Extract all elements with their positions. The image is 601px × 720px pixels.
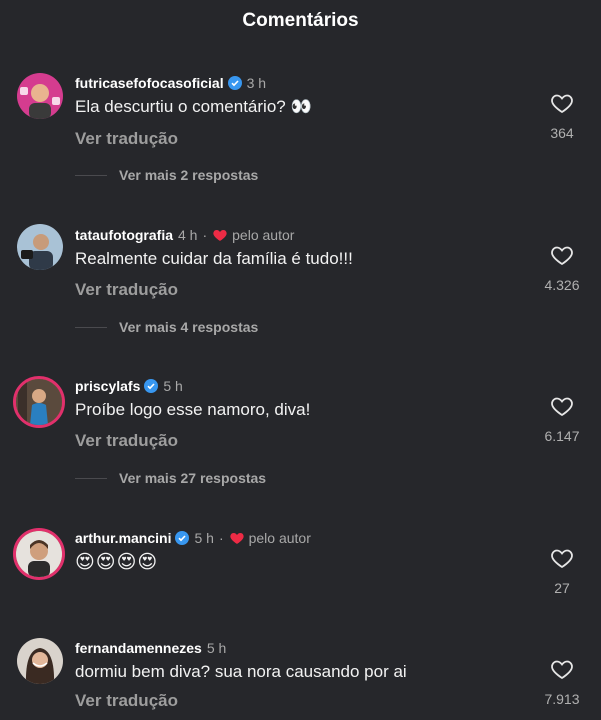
comment-text: dormiu bem diva? sua nora causando por a… xyxy=(75,662,407,681)
comment-meta: fernandamennezes 5 h xyxy=(75,640,226,656)
timestamp: 5 h xyxy=(206,640,227,656)
comment-meta: priscylafs 5 h xyxy=(75,378,183,394)
view-replies-label: Ver mais 2 respostas xyxy=(119,167,259,183)
heart-outline-icon xyxy=(551,549,573,569)
replies-divider xyxy=(75,477,107,479)
replies-divider xyxy=(75,174,107,176)
avatar-image xyxy=(17,73,63,119)
avatar-image xyxy=(17,224,63,270)
like-count: 7.913 xyxy=(544,691,580,707)
comment-text: 😍😍😍😍 xyxy=(75,552,159,573)
replies-divider xyxy=(75,326,107,328)
author-heart-icon xyxy=(212,227,228,243)
username[interactable]: arthur.mancini xyxy=(75,530,171,546)
like-count: 4.326 xyxy=(544,277,580,293)
avatar-with-story-ring[interactable] xyxy=(13,528,65,580)
see-translation-link[interactable]: Ver tradução xyxy=(75,691,178,711)
meta-separator: · xyxy=(202,227,208,243)
like-button[interactable] xyxy=(540,657,584,681)
avatar[interactable] xyxy=(17,73,63,119)
comment-item: tataufotografia 4 h · pelo autor Realmen… xyxy=(0,220,601,370)
page-title: Comentários xyxy=(242,10,359,31)
username[interactable]: fernandamennezes xyxy=(75,640,202,656)
timestamp: 5 h xyxy=(163,378,183,394)
comment-text: Proíbe logo esse namoro, diva! xyxy=(75,400,311,419)
timestamp: 3 h xyxy=(246,75,267,91)
view-replies-button[interactable]: Ver mais 2 respostas xyxy=(75,167,258,183)
avatar-image xyxy=(16,531,62,577)
heart-outline-icon xyxy=(551,397,573,417)
heart-outline-icon xyxy=(551,246,573,266)
avatar-with-story-ring[interactable] xyxy=(13,376,65,428)
view-replies-label: Ver mais 27 respostas xyxy=(119,470,267,486)
verified-badge-icon xyxy=(175,531,190,545)
like-button[interactable] xyxy=(540,91,584,115)
see-translation-link[interactable]: Ver tradução xyxy=(75,280,178,300)
username[interactable]: priscylafs xyxy=(75,378,140,394)
view-replies-button[interactable]: Ver mais 4 respostas xyxy=(75,319,258,335)
see-translation-link[interactable]: Ver tradução xyxy=(75,129,178,149)
avatar-image xyxy=(17,638,63,684)
avatar-image xyxy=(16,379,62,425)
like-button[interactable] xyxy=(540,546,584,570)
like-count: 6.147 xyxy=(544,428,580,444)
comment-text: Realmente cuidar da família é tudo!!! xyxy=(75,249,353,268)
view-replies-button[interactable]: Ver mais 27 respostas xyxy=(75,470,266,486)
comment-meta: futricasefofocasoficial 3 h xyxy=(75,75,266,91)
view-replies-label: Ver mais 4 respostas xyxy=(119,319,259,335)
see-translation-link[interactable]: Ver tradução xyxy=(75,431,178,451)
author-badge: pelo autor xyxy=(232,227,295,243)
like-button[interactable] xyxy=(540,243,584,267)
like-button[interactable] xyxy=(540,394,584,418)
username[interactable]: tataufotografia xyxy=(75,227,173,243)
avatar[interactable] xyxy=(17,638,63,684)
heart-outline-icon xyxy=(551,94,573,114)
comment-item: priscylafs 5 h Proíbe logo esse namoro, … xyxy=(0,371,601,521)
comment-item: futricasefofocasoficial 3 h Ela descurti… xyxy=(0,68,601,218)
heart-outline-icon xyxy=(551,660,573,680)
author-badge: pelo autor xyxy=(248,530,311,546)
comment-item: fernandamennezes 5 h dormiu bem diva? su… xyxy=(0,633,601,720)
username[interactable]: futricasefofocasoficial xyxy=(75,75,224,91)
comment-text: Ela descurtiu o comentário? 👀 xyxy=(75,97,312,116)
verified-badge-icon xyxy=(144,379,159,393)
timestamp: 5 h xyxy=(194,530,214,546)
comment-meta: tataufotografia 4 h · pelo autor xyxy=(75,227,294,243)
avatar[interactable] xyxy=(17,224,63,270)
comment-meta: arthur.mancini 5 h · pelo autor xyxy=(75,530,311,546)
author-heart-icon xyxy=(229,530,245,546)
timestamp: 4 h xyxy=(178,227,198,243)
meta-separator: · xyxy=(218,530,224,546)
like-count: 27 xyxy=(554,580,570,596)
verified-badge-icon xyxy=(227,76,242,90)
like-count: 364 xyxy=(550,125,574,141)
